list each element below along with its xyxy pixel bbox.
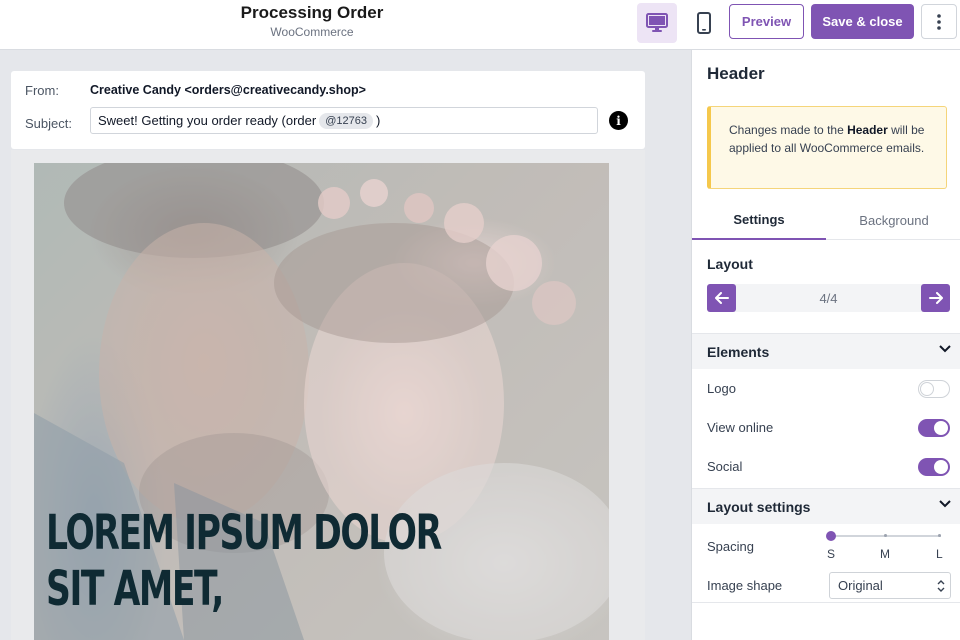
notice-text-start: Changes made to the	[729, 123, 848, 137]
layout-prev-button[interactable]	[707, 284, 736, 312]
option-view-online-label: View online	[707, 420, 774, 435]
image-shape-value: Original	[838, 578, 883, 593]
social-toggle[interactable]	[918, 458, 950, 476]
image-shape-label: Image shape	[707, 578, 783, 593]
mobile-icon	[697, 12, 711, 34]
panel-divider	[692, 602, 960, 603]
elements-section-header[interactable]: Elements	[692, 333, 960, 369]
tab-settings[interactable]: Settings	[692, 200, 826, 240]
spacing-slider-handle[interactable]	[826, 531, 836, 541]
spacing-tick-m	[884, 534, 887, 537]
subject-label: Subject:	[25, 116, 72, 131]
chevron-down-icon	[939, 500, 951, 508]
headline-line-1: Lorem ipsum dolor	[46, 505, 442, 561]
spacing-label: Spacing	[707, 539, 754, 554]
panel-tabs: Settings Background	[692, 200, 960, 240]
spacing-option-l[interactable]: L	[936, 547, 943, 561]
select-updown-icon	[937, 580, 945, 592]
toggle-knob	[920, 382, 934, 396]
headline-line-2: sit amet,	[46, 561, 224, 617]
layout-label: Layout	[707, 256, 753, 272]
header-image[interactable]: Lorem ipsum dolor sit amet,	[34, 163, 609, 640]
toggle-knob	[934, 421, 948, 435]
info-icon[interactable]: i	[609, 111, 628, 130]
logo-toggle[interactable]	[918, 380, 950, 398]
elements-label: Elements	[707, 344, 770, 360]
arrow-right-icon	[928, 292, 943, 304]
spacing-option-s[interactable]: S	[827, 547, 835, 561]
more-vertical-icon	[937, 13, 941, 30]
notice-box: Changes made to the Header will be appli…	[707, 106, 947, 189]
toggle-knob	[934, 460, 948, 474]
desktop-view-button[interactable]	[637, 3, 677, 43]
title-block: Processing Order WooCommerce	[212, 3, 412, 40]
header-headline[interactable]: Lorem ipsum dolor sit amet,	[46, 505, 564, 617]
notice-text-bold: Header	[847, 123, 888, 137]
from-label: From:	[25, 83, 59, 98]
top-bar: Processing Order WooCommerce Preview Sav…	[0, 0, 960, 50]
image-shape-select[interactable]: Original	[829, 572, 951, 599]
layout-settings-section-header[interactable]: Layout settings	[692, 488, 960, 524]
subject-suffix: )	[376, 113, 381, 128]
page-subtitle: WooCommerce	[270, 25, 354, 39]
preview-button[interactable]: Preview	[729, 4, 804, 39]
more-options-button[interactable]	[921, 4, 957, 39]
save-close-button[interactable]: Save & close	[811, 4, 914, 39]
layout-pager: 4/4	[707, 284, 950, 312]
mobile-view-button[interactable]	[684, 3, 724, 43]
layout-settings-label: Layout settings	[707, 499, 811, 515]
desktop-icon	[646, 13, 668, 32]
arrow-left-icon	[714, 292, 729, 304]
from-value: Creative Candy <orders@creativecandy.sho…	[90, 83, 366, 97]
option-logo-label: Logo	[707, 381, 736, 396]
view-online-toggle[interactable]	[918, 419, 950, 437]
tab-background[interactable]: Background	[827, 200, 960, 240]
spacing-tick-l	[938, 534, 941, 537]
chevron-down-icon	[939, 345, 951, 353]
email-meta-card: From: Creative Candy <orders@creativecan…	[11, 71, 645, 149]
subject-input[interactable]: Sweet! Getting you order ready (order @1…	[90, 107, 598, 134]
option-social-label: Social	[707, 459, 743, 474]
settings-panel: Header Changes made to the Header will b…	[691, 50, 960, 640]
subject-text: Sweet! Getting you order ready (order	[98, 113, 317, 128]
layout-next-button[interactable]	[921, 284, 950, 312]
page-title: Processing Order	[240, 3, 384, 22]
panel-title: Header	[707, 64, 765, 83]
layout-value: 4/4	[819, 290, 838, 306]
spacing-option-m[interactable]: M	[880, 547, 890, 561]
order-number-tag[interactable]: @12763	[319, 112, 373, 129]
